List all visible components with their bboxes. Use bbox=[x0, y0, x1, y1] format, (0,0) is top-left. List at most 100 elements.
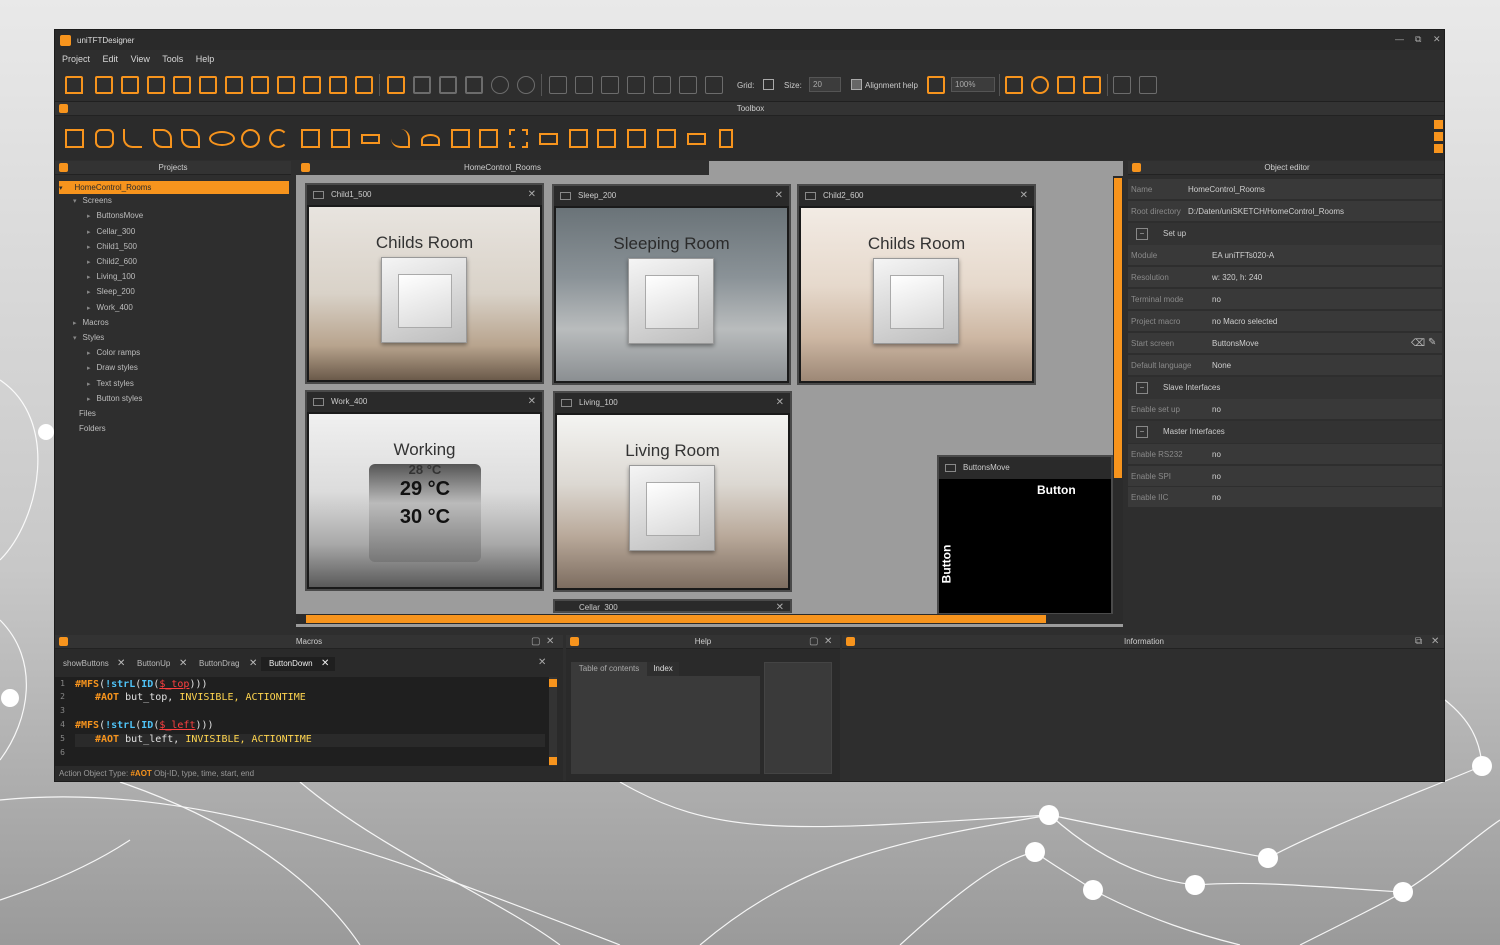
property-row[interactable]: Enable IIC no bbox=[1128, 487, 1442, 509]
close-icon[interactable]: ✕ bbox=[528, 185, 536, 205]
tree-item[interactable]: ▸ Work_400 bbox=[87, 303, 133, 312]
tree-item[interactable]: ▸ Color ramps bbox=[87, 348, 140, 357]
textbox-tool-icon[interactable] bbox=[569, 129, 588, 148]
close-icon[interactable]: ✕ bbox=[776, 601, 784, 611]
macro-code-editor[interactable]: 1 2 3 4 5 6 #MFS(!strL(ID($_top))) #AOT … bbox=[55, 677, 549, 767]
import-icon[interactable] bbox=[277, 76, 295, 94]
canvas-hscroll-thumb[interactable] bbox=[306, 615, 1046, 623]
menu-tool-icon[interactable] bbox=[597, 129, 616, 148]
tree-item[interactable]: ▸ Macros bbox=[73, 318, 109, 327]
property-row[interactable]: Module EA uniTFTs020-A bbox=[1128, 245, 1442, 267]
property-value[interactable]: no bbox=[1212, 487, 1221, 508]
text-tool-icon[interactable] bbox=[301, 129, 320, 148]
property-value[interactable]: no bbox=[1212, 289, 1221, 310]
tree-arrow-icon[interactable]: ▸ bbox=[87, 381, 91, 388]
minimize-button[interactable]: — bbox=[1395, 34, 1404, 44]
close-tab-icon[interactable]: ✕ bbox=[538, 657, 546, 668]
toolbox-scroll-down[interactable] bbox=[1434, 144, 1443, 153]
grid-checkbox[interactable] bbox=[763, 79, 774, 90]
menu-edit[interactable]: Edit bbox=[103, 54, 119, 64]
pentagon-tool-icon[interactable] bbox=[95, 129, 114, 148]
align-middle-icon[interactable] bbox=[653, 76, 671, 94]
tree-item[interactable]: ▸ Draw styles bbox=[87, 363, 138, 372]
restore-icon[interactable]: ⧉ bbox=[1415, 635, 1422, 649]
open-file-icon[interactable] bbox=[147, 76, 165, 94]
remove-icon[interactable] bbox=[413, 76, 431, 94]
close-icon[interactable]: ✕ bbox=[528, 392, 536, 412]
home-icon[interactable] bbox=[65, 76, 83, 94]
code-scrollbar[interactable] bbox=[549, 677, 557, 767]
property-value[interactable]: HomeControl_Rooms bbox=[1188, 179, 1265, 200]
property-group[interactable]: − Slave Interfaces bbox=[1128, 376, 1442, 399]
edit-icon[interactable]: ✎ bbox=[1428, 337, 1436, 348]
property-value[interactable]: no bbox=[1212, 466, 1221, 487]
restore-button[interactable]: ⧉ bbox=[1415, 34, 1421, 45]
property-row[interactable]: Root directory D:/Daten/uniSKETCH/HomeCon… bbox=[1128, 200, 1442, 222]
screen-sleep[interactable]: Sleep_200 ✕ Sleeping Room bbox=[552, 184, 791, 385]
tree-item[interactable]: Files bbox=[73, 409, 96, 418]
align-right-icon[interactable] bbox=[601, 76, 619, 94]
tree-arrow-icon[interactable]: ▸ bbox=[87, 396, 91, 403]
help-content-list[interactable] bbox=[571, 676, 760, 774]
save-icon[interactable] bbox=[199, 76, 217, 94]
collapse-icon[interactable]: − bbox=[1136, 381, 1148, 394]
slider-tool-icon[interactable] bbox=[391, 129, 410, 148]
add-icon[interactable] bbox=[387, 76, 405, 94]
menu-view[interactable]: View bbox=[131, 54, 150, 64]
checkbox-tool-icon[interactable] bbox=[451, 129, 470, 148]
property-value[interactable]: w: 320, h: 240 bbox=[1212, 267, 1262, 288]
align-top-icon[interactable] bbox=[627, 76, 645, 94]
align-left-icon[interactable] bbox=[549, 76, 567, 94]
touch-tool-icon[interactable] bbox=[479, 129, 498, 148]
tree-arrow-icon[interactable]: ▸ bbox=[87, 244, 91, 251]
select-area-tool-icon[interactable] bbox=[509, 129, 528, 148]
screen-child1[interactable]: Child1_500 ✕ Childs Room bbox=[305, 183, 544, 384]
tree-item[interactable]: ▸ Text styles bbox=[87, 379, 134, 388]
terminal-icon[interactable] bbox=[1005, 76, 1023, 94]
screen-living[interactable]: Living_100 ✕ Living Room bbox=[553, 391, 792, 592]
canvas-hscroll-track[interactable] bbox=[296, 614, 1123, 624]
light-switch[interactable] bbox=[628, 258, 714, 344]
list-tool-icon[interactable] bbox=[627, 129, 646, 148]
screen-work[interactable]: Work_400 ✕ Working 28 °C 29 °C 30 °C bbox=[305, 390, 544, 591]
tree-arrow-icon[interactable]: ▾ bbox=[59, 185, 63, 192]
screen-cellar[interactable]: Cellar_300 ✕ bbox=[553, 599, 792, 613]
camera-icon[interactable] bbox=[1083, 76, 1101, 94]
help-tab-contents[interactable]: Table of contents bbox=[571, 662, 647, 676]
tree-item[interactable]: ▸ Cellar_300 bbox=[87, 227, 135, 236]
canvas-tab[interactable]: HomeControl_Rooms bbox=[296, 161, 709, 175]
property-row[interactable]: Enable set up no bbox=[1128, 399, 1442, 421]
light-switch[interactable] bbox=[381, 257, 467, 343]
tree-arrow-icon[interactable]: ▾ bbox=[73, 198, 77, 205]
property-value[interactable]: no bbox=[1212, 444, 1221, 465]
open-folder-icon[interactable] bbox=[121, 76, 139, 94]
input-field-tool-icon[interactable] bbox=[539, 133, 558, 145]
ellipse-tool-icon[interactable] bbox=[209, 131, 235, 146]
tree-arrow-icon[interactable]: ▸ bbox=[87, 259, 91, 266]
tree-arrow-icon[interactable]: ▸ bbox=[87, 229, 91, 236]
tree-arrow-icon[interactable]: ▸ bbox=[87, 274, 91, 281]
macro-tab-showbuttons[interactable]: showButtons ✕ bbox=[55, 657, 129, 671]
new-project-icon[interactable] bbox=[95, 76, 113, 94]
tree-item[interactable]: ▸ Child1_500 bbox=[87, 242, 137, 251]
tree-arrow-icon[interactable]: ▸ bbox=[87, 213, 91, 220]
screen-buttonsmove[interactable]: ButtonsMove Button Button bbox=[937, 455, 1113, 615]
property-row[interactable]: Enable SPI no bbox=[1128, 465, 1442, 487]
rectangle-tool-icon[interactable] bbox=[65, 129, 84, 148]
left-button[interactable]: Button bbox=[939, 545, 953, 584]
tree-arrow-icon[interactable]: ▸ bbox=[87, 350, 91, 357]
connect-icon[interactable] bbox=[1139, 76, 1157, 94]
property-value[interactable]: no bbox=[1212, 399, 1221, 420]
menu-help[interactable]: Help bbox=[196, 54, 215, 64]
tree-item[interactable]: Folders bbox=[73, 424, 106, 433]
light-switch[interactable] bbox=[873, 258, 959, 344]
temperature-roller[interactable]: 28 °C 29 °C 30 °C bbox=[369, 462, 481, 562]
undo-icon[interactable] bbox=[491, 76, 509, 94]
tree-arrow-icon[interactable]: ▸ bbox=[87, 305, 91, 312]
maximize-icon[interactable]: ▢ bbox=[809, 635, 818, 649]
window-icon[interactable] bbox=[927, 76, 945, 94]
clear-icon[interactable]: ⌫ bbox=[1411, 338, 1425, 349]
copy-icon[interactable] bbox=[439, 76, 457, 94]
close-icon[interactable]: ✕ bbox=[824, 635, 832, 649]
tree-item[interactable]: ▸ Sleep_200 bbox=[87, 287, 135, 296]
